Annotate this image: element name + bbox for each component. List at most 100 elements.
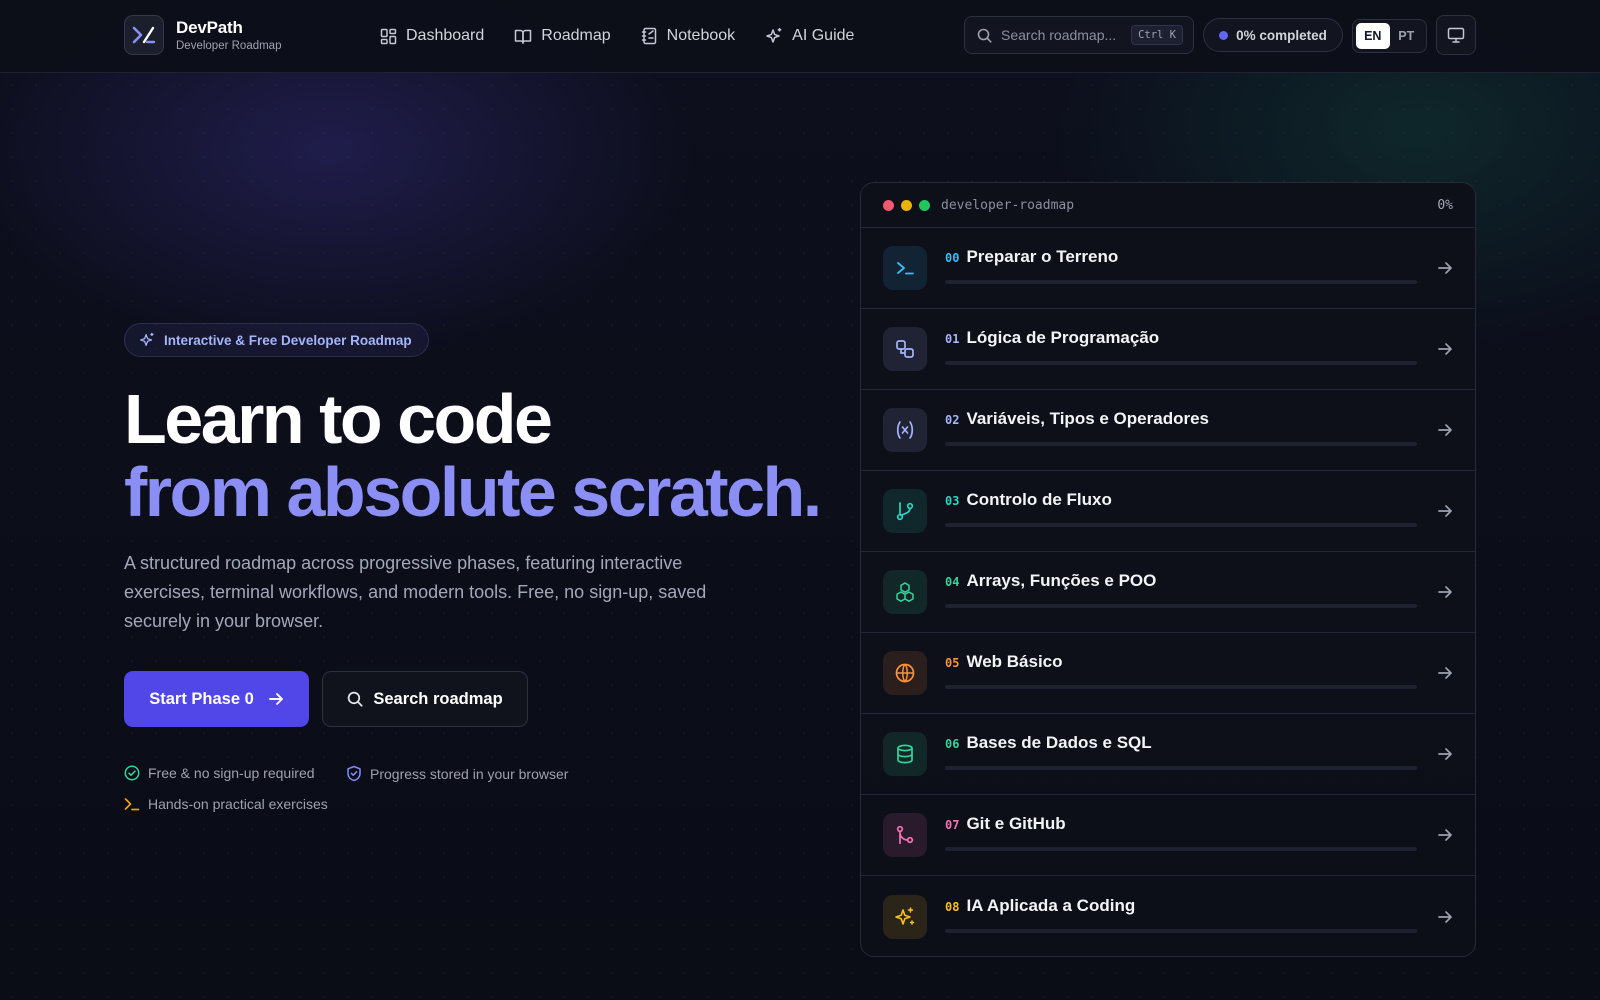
flowchart-icon <box>883 327 927 371</box>
hero-description: A structured roadmap across progressive … <box>124 553 707 631</box>
phase-number: 05 <box>945 656 960 670</box>
arrow-right-icon <box>1423 910 1453 924</box>
phase-name: Web Básico <box>966 652 1063 671</box>
terminal-icon <box>124 798 140 811</box>
phase-name: Lógica de Programação <box>966 328 1160 347</box>
phase-row[interactable]: 07 Git e GitHub <box>861 795 1475 876</box>
sparkles-icon <box>766 28 782 43</box>
phase-row[interactable]: 05 Web Básico <box>861 633 1475 714</box>
phase-row[interactable]: 08 IA Aplicada a Coding <box>861 876 1475 956</box>
phase-number: 04 <box>945 575 960 589</box>
search-input[interactable] <box>1001 27 1123 43</box>
phase-name: Variáveis, Tipos e Operadores <box>966 409 1209 428</box>
lang-en-button[interactable]: EN <box>1356 23 1390 49</box>
phase-progress-bar <box>945 766 1417 770</box>
feature-exercises-label: Hands-on practical exercises <box>148 796 328 812</box>
nav-notebook-label: Notebook <box>666 27 736 44</box>
hero-headline-line1: Learn to code <box>124 380 553 458</box>
arrow-right-icon <box>1423 342 1453 356</box>
variable-icon <box>883 408 927 452</box>
arrow-right-icon <box>1423 828 1453 842</box>
window-dot-red <box>883 199 894 211</box>
language-switch: EN PT <box>1352 19 1427 53</box>
search-shortcut-hint: Ctrl K <box>1131 25 1183 45</box>
roadmap-panel: developer-roadmap 0% 00 Preparar o Terre… <box>860 182 1476 957</box>
progress-indicator[interactable]: 0% completed <box>1203 18 1343 52</box>
phase-name: Git e GitHub <box>966 814 1066 833</box>
nav-roadmap[interactable]: Roadmap <box>514 22 611 50</box>
phase-progress-bar <box>945 928 1417 933</box>
phase-number: 08 <box>945 899 960 914</box>
phase-body: 02 Variáveis, Tipos e Operadores <box>945 408 1417 452</box>
notebook-icon <box>641 27 656 45</box>
top-navigation: DevPath Developer Roadmap Dashboard Road… <box>0 0 1600 73</box>
arrow-right-icon <box>1423 585 1453 599</box>
nav-ai-guide[interactable]: AI Guide <box>765 22 854 50</box>
phase-progress-bar <box>945 685 1417 689</box>
phase-row[interactable]: 00 Preparar o Terreno <box>861 228 1475 309</box>
phase-progress-bar <box>945 847 1417 851</box>
phase-body: 08 IA Aplicada a Coding <box>945 895 1417 939</box>
hero-badge-label: Interactive & Free Developer Roadmap <box>164 332 412 348</box>
phase-body: 04 Arrays, Funções e POO <box>945 570 1417 614</box>
lang-pt-button[interactable]: PT <box>1390 23 1424 49</box>
phase-body: 05 Web Básico <box>945 651 1417 695</box>
feature-exercises: Hands-on practical exercises <box>124 796 328 812</box>
progress-label: 0% completed <box>1236 27 1327 43</box>
search-icon <box>348 691 363 707</box>
phase-name: Preparar o Terreno <box>966 247 1119 266</box>
book-icon <box>515 29 532 44</box>
phase-number: 03 <box>945 494 960 508</box>
phase-row[interactable]: 06 Bases de Dados e SQL <box>861 714 1475 795</box>
arrow-right-icon <box>268 693 283 705</box>
nav-notebook[interactable]: Notebook <box>641 22 736 50</box>
boxes-icon <box>883 570 927 614</box>
search-icon <box>977 28 992 43</box>
phase-row[interactable]: 04 Arrays, Funções e POO <box>861 552 1475 633</box>
brand-name: DevPath <box>176 18 243 37</box>
search-roadmap-label: Search roadmap <box>373 689 503 708</box>
search-roadmap-button[interactable]: Search roadmap <box>322 671 528 727</box>
display-mode-button[interactable] <box>1436 15 1476 55</box>
git-merge-icon <box>883 813 927 857</box>
phase-progress-bar <box>945 523 1417 527</box>
brand-subtitle: Developer Roadmap <box>176 40 282 52</box>
phase-number: 06 <box>945 737 960 751</box>
phase-progress-bar <box>945 361 1417 365</box>
start-phase-button[interactable]: Start Phase 0 <box>124 671 309 727</box>
phase-row[interactable]: 02 Variáveis, Tipos e Operadores <box>861 390 1475 471</box>
hero-headline-line2: from absolute scratch. <box>124 453 822 531</box>
window-dot-yellow <box>901 199 912 211</box>
phase-number: 07 <box>945 818 960 832</box>
database-icon <box>883 732 927 776</box>
phase-body: 07 Git e GitHub <box>945 813 1417 857</box>
phase-row[interactable]: 01 Lógica de Programação <box>861 309 1475 390</box>
phase-progress-bar <box>945 442 1417 446</box>
shield-check-icon <box>347 765 361 782</box>
arrow-right-icon <box>1423 504 1453 518</box>
nav-roadmap-label: Roadmap <box>541 27 611 44</box>
phase-body: 01 Lógica de Programação <box>945 327 1417 371</box>
window-dot-green <box>919 199 930 211</box>
phase-number: 00 <box>945 251 960 265</box>
panel-percent: 0% <box>1437 197 1453 213</box>
nav-dashboard[interactable]: Dashboard <box>380 22 484 50</box>
brand[interactable]: DevPath Developer Roadmap <box>124 15 281 55</box>
phase-body: 06 Bases de Dados e SQL <box>945 732 1417 776</box>
phase-name: IA Aplicada a Coding <box>966 895 1136 915</box>
feature-free-label: Free & no sign-up required <box>148 765 315 781</box>
phase-row[interactable]: 03 Controlo de Fluxo <box>861 471 1475 552</box>
phase-progress-bar <box>945 604 1417 608</box>
start-phase-label: Start Phase 0 <box>149 689 254 708</box>
arrow-right-icon <box>1423 666 1453 680</box>
nav-dashboard-label: Dashboard <box>406 27 485 44</box>
phase-progress-bar <box>945 280 1417 284</box>
arrow-right-icon <box>1423 261 1453 275</box>
nav-search-box[interactable]: Ctrl K <box>964 16 1194 54</box>
feature-progress-label: Progress stored in your browser <box>370 765 569 782</box>
phase-body: 00 Preparar o Terreno <box>945 246 1417 290</box>
feature-progress-stored: Progress stored in your browser <box>346 765 568 782</box>
phase-number: 01 <box>945 332 960 346</box>
git-branch-icon <box>883 489 927 533</box>
nav-ai-guide-label: AI Guide <box>792 27 855 44</box>
